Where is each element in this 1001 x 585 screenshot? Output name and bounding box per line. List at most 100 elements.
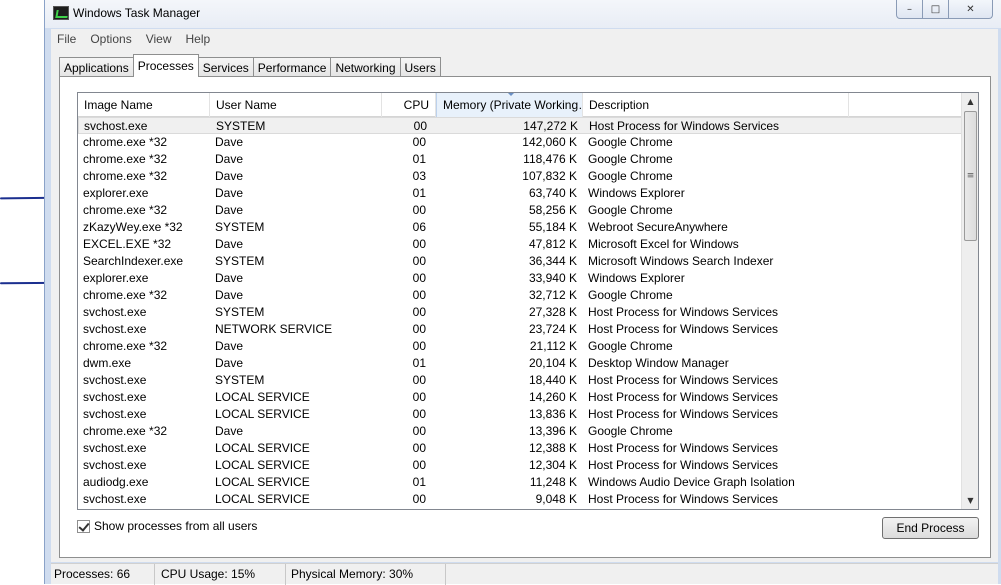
cell-description: Host Process for Windows Services [588,441,779,455]
cell-cpu: 00 [412,339,426,353]
cell-image-name: svchost.exe [83,441,147,455]
table-row[interactable]: audiodg.exe LOCAL SERVICE 01 11,248 K Window… [78,474,962,491]
cell-user-name: Dave [215,237,244,251]
cell-description: Host Process for Windows Services [589,119,780,133]
title-bar[interactable]: Windows Task Manager – □ ✕ [45,0,1001,28]
table-row[interactable]: svchost.exe SYSTEM 00 147,272 K Host Process… [78,117,962,134]
maximize-icon: □ [930,3,941,15]
column-user-name[interactable]: User Name [210,93,382,117]
cell-user-name: NETWORK SERVICE [215,322,333,336]
cell-memory: 58,256 K [528,203,577,217]
cell-description: Host Process for Windows Services [588,373,779,387]
cell-image-name: chrome.exe *32 [83,152,168,166]
cell-image-name: svchost.exe [84,119,148,133]
table-row[interactable]: svchost.exe SYSTEM 00 18,440 K Host Process … [78,372,962,389]
table-row[interactable]: explorer.exe Dave 01 63,740 K Windows Explor… [78,185,962,202]
cell-user-name: SYSTEM [215,254,265,268]
maximize-button[interactable]: □ [923,0,949,19]
table-row[interactable]: svchost.exe LOCAL SERVICE 00 13,836 K Host P… [78,406,962,423]
scroll-thumb[interactable]: ≡ [964,111,977,241]
table-row[interactable]: svchost.exe SYSTEM 00 27,328 K Host Process … [78,304,962,321]
table-row[interactable]: chrome.exe *32 Dave 00 13,396 K Google Chrom… [78,423,962,440]
cell-cpu: 03 [412,169,426,183]
tab-applications[interactable]: Applications [59,57,134,77]
cell-image-name: svchost.exe [83,458,147,472]
cell-image-name: chrome.exe *32 [83,203,168,217]
cell-image-name: audiodg.exe [83,475,149,489]
column-memory-label: Memory (Private Working… [443,98,583,112]
table-row[interactable]: chrome.exe *32 Dave 00 32,712 K Google Chrom… [78,287,962,304]
minimize-button[interactable]: – [896,0,923,19]
table-row[interactable]: zKazyWey.exe *32 SYSTEM 06 55,184 K Webroot … [78,219,962,236]
cell-cpu: 00 [412,458,426,472]
tab-networking[interactable]: Networking [330,57,401,77]
vertical-scrollbar[interactable]: ▲ ≡ ▼ [961,93,978,509]
cell-user-name: SYSTEM [215,305,265,319]
column-memory[interactable]: Memory (Private Working… [436,93,583,117]
cell-description: Google Chrome [588,424,673,438]
show-all-processes-checkbox[interactable]: Show processes from all users [77,519,257,533]
cell-memory: 23,724 K [528,322,577,336]
table-row[interactable]: chrome.exe *32 Dave 00 142,060 K Google Chro… [78,134,962,151]
cell-memory: 13,396 K [528,424,577,438]
column-image-name[interactable]: Image Name [78,93,210,117]
table-row[interactable]: svchost.exe LOCAL SERVICE 00 12,304 K Host P… [78,457,962,474]
tab-performance[interactable]: Performance [252,57,332,77]
menu-help[interactable]: Help [186,32,211,46]
scroll-up-icon[interactable]: ▲ [962,93,978,110]
cell-memory: 32,712 K [528,288,577,302]
cell-cpu: 01 [412,186,426,200]
table-row[interactable]: EXCEL.EXE *32 Dave 00 47,812 K Microsoft Exc… [78,236,962,253]
status-physical-memory: Physical Memory: 30% [286,564,446,585]
column-cpu[interactable]: CPU [382,93,436,117]
cell-memory: 118,476 K [523,152,577,166]
menu-file[interactable]: File [57,32,76,46]
table-row[interactable]: svchost.exe LOCAL SERVICE 00 12,388 K Host P… [78,440,962,457]
table-row[interactable]: chrome.exe *32 Dave 01 118,476 K Google Chro… [78,151,962,168]
tab-processes[interactable]: Processes [132,54,199,77]
table-row[interactable]: svchost.exe NETWORK SERVICE 00 23,724 K Host… [78,321,962,338]
status-bar: Processes: 66 CPU Usage: 15% Physical Me… [51,563,998,585]
tab-users[interactable]: Users [399,57,441,77]
cell-user-name: SYSTEM [215,373,265,387]
cell-memory: 27,328 K [528,305,577,319]
client-area: Applications Processes Services Performa… [51,49,998,562]
cell-description: Host Process for Windows Services [588,458,779,472]
column-header-row: Image Name User Name CPU Memory (Private… [78,93,962,117]
table-row[interactable]: svchost.exe LOCAL SERVICE 00 14,260 K Host P… [78,389,962,406]
checkbox-checked-icon[interactable] [77,519,90,533]
status-cpu-usage: CPU Usage: 15% [155,564,286,585]
close-button[interactable]: ✕ [949,0,993,19]
table-row[interactable]: svchost.exe LOCAL SERVICE 00 9,048 K Host Pr… [78,491,962,508]
menu-view[interactable]: View [146,32,172,46]
cell-cpu: 00 [412,288,426,302]
table-row[interactable]: chrome.exe *32 Dave 00 21,112 K Google Chrom… [78,338,962,355]
cell-user-name: Dave [215,186,244,200]
menu-options[interactable]: Options [90,32,131,46]
menu-bar: File Options View Help [51,29,998,49]
cell-user-name: Dave [215,135,244,149]
end-process-button[interactable]: End Process [882,517,979,539]
table-row[interactable]: chrome.exe *32 Dave 03 107,832 K Google Chro… [78,168,962,185]
cell-cpu: 00 [412,492,426,506]
cell-image-name: SearchIndexer.exe [83,254,184,268]
cell-memory: 18,440 K [528,373,577,387]
cell-user-name: Dave [215,152,244,166]
cell-description: Google Chrome [588,288,673,302]
column-description[interactable]: Description [583,93,849,117]
table-row[interactable]: SearchIndexer.exe SYSTEM 00 36,344 K Microso… [78,253,962,270]
scroll-down-icon[interactable]: ▼ [962,492,978,509]
table-row[interactable]: explorer.exe Dave 00 33,940 K Windows Explor… [78,270,962,287]
cell-memory: 20,104 K [528,356,577,370]
cell-image-name: chrome.exe *32 [83,135,168,149]
table-row[interactable]: dwm.exe Dave 01 20,104 K Desktop Window Mana… [78,355,962,372]
tab-services[interactable]: Services [197,57,254,77]
process-list: Image Name User Name CPU Memory (Private… [77,92,979,510]
cell-cpu: 00 [412,271,426,285]
table-row[interactable]: chrome.exe *32 Dave 00 58,256 K Google Chrom… [78,202,962,219]
cell-description: Microsoft Windows Search Indexer [588,254,774,268]
cell-user-name: Dave [215,339,244,353]
cell-user-name: LOCAL SERVICE [215,390,310,404]
cell-user-name: LOCAL SERVICE [215,492,310,506]
window-title: Windows Task Manager [73,6,201,20]
